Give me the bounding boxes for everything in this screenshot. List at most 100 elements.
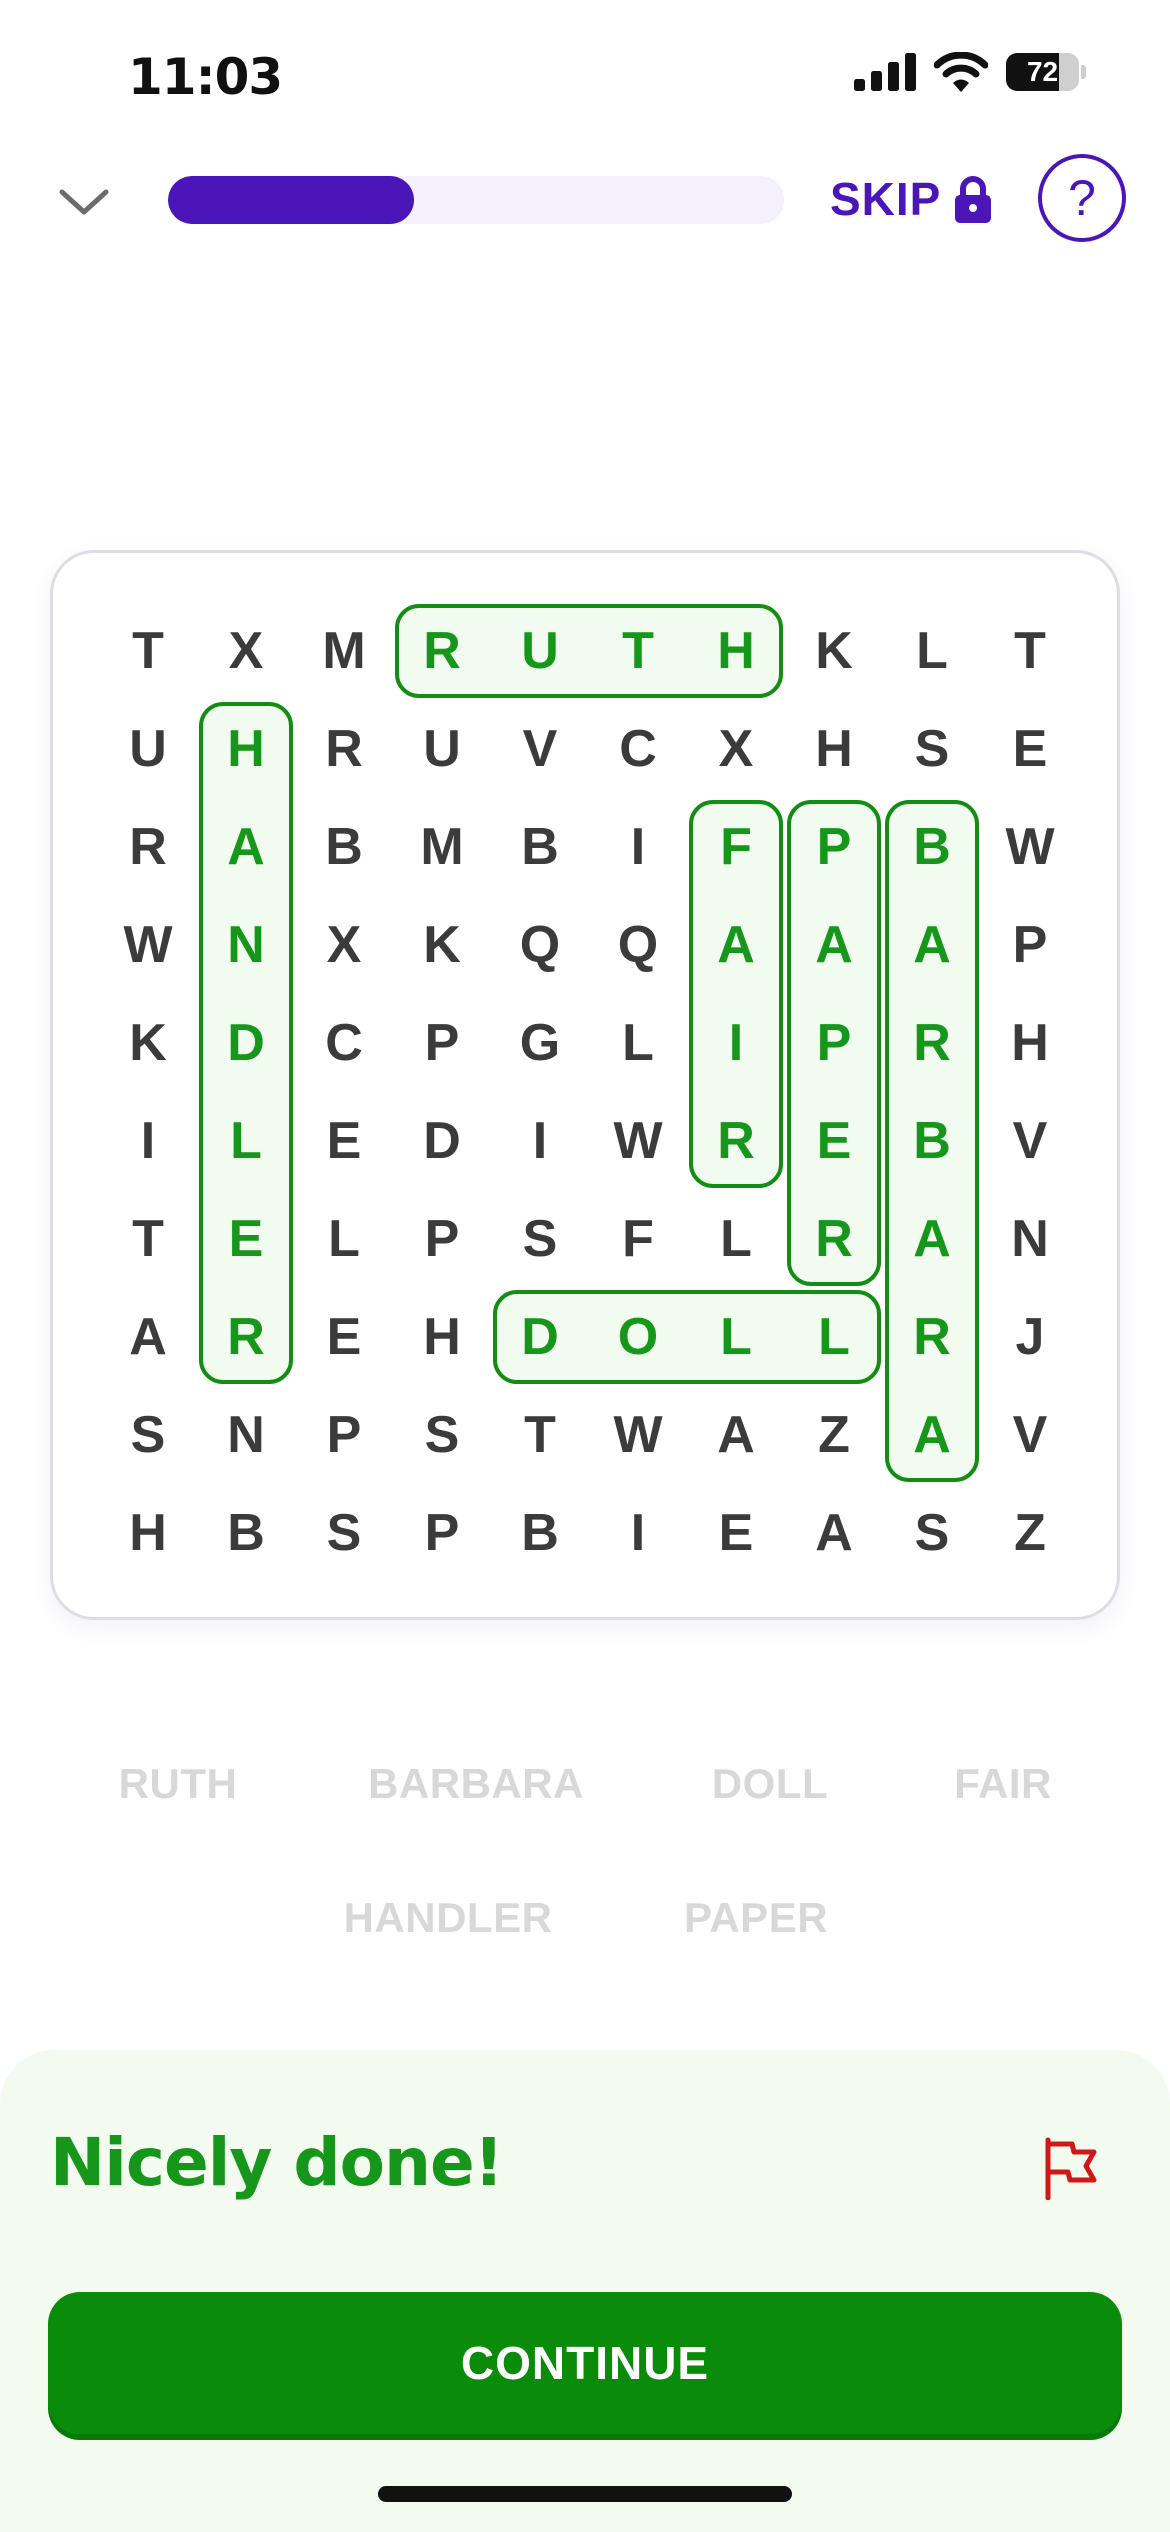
grid-cell[interactable]: R: [883, 1288, 981, 1386]
grid-cell[interactable]: H: [197, 700, 295, 798]
grid-cell[interactable]: B: [491, 798, 589, 896]
grid-cell[interactable]: L: [589, 994, 687, 1092]
home-indicator[interactable]: [378, 2486, 792, 2502]
continue-button[interactable]: CONTINUE: [48, 2292, 1122, 2434]
grid-cell[interactable]: I: [589, 798, 687, 896]
grid-cell[interactable]: E: [687, 1484, 785, 1582]
grid-cell[interactable]: V: [491, 700, 589, 798]
grid-cell[interactable]: A: [99, 1288, 197, 1386]
grid-cell[interactable]: R: [883, 994, 981, 1092]
grid-cell[interactable]: I: [589, 1484, 687, 1582]
grid-cell[interactable]: P: [785, 994, 883, 1092]
grid-cell[interactable]: E: [197, 1190, 295, 1288]
grid-cell[interactable]: H: [687, 602, 785, 700]
grid-cell[interactable]: S: [883, 700, 981, 798]
word-search-board[interactable]: TXMRUTHKLTUHRUVCXHSERABMBIFPBWWNXKQQAAAP…: [50, 550, 1120, 1620]
grid-cell[interactable]: W: [589, 1386, 687, 1484]
grid-cell[interactable]: R: [99, 798, 197, 896]
grid-cell[interactable]: X: [295, 896, 393, 994]
grid-cell[interactable]: C: [589, 700, 687, 798]
grid-cell[interactable]: A: [197, 798, 295, 896]
grid-cell[interactable]: V: [981, 1092, 1079, 1190]
grid-cell[interactable]: O: [589, 1288, 687, 1386]
grid-cell[interactable]: Z: [785, 1386, 883, 1484]
grid-cell[interactable]: T: [99, 1190, 197, 1288]
grid-cell[interactable]: L: [197, 1092, 295, 1190]
grid-cell[interactable]: W: [589, 1092, 687, 1190]
grid-cell[interactable]: P: [295, 1386, 393, 1484]
grid-cell[interactable]: H: [785, 700, 883, 798]
report-button[interactable]: [1040, 2136, 1100, 2201]
grid-cell[interactable]: K: [99, 994, 197, 1092]
grid-cell[interactable]: D: [393, 1092, 491, 1190]
grid-cell[interactable]: K: [393, 896, 491, 994]
grid-cell[interactable]: I: [687, 994, 785, 1092]
grid-cell[interactable]: E: [785, 1092, 883, 1190]
grid-cell[interactable]: C: [295, 994, 393, 1092]
grid-cell[interactable]: I: [99, 1092, 197, 1190]
grid-cell[interactable]: S: [295, 1484, 393, 1582]
grid-cell[interactable]: X: [687, 700, 785, 798]
grid-cell[interactable]: L: [687, 1288, 785, 1386]
grid-cell[interactable]: P: [981, 896, 1079, 994]
grid-cell[interactable]: U: [491, 602, 589, 700]
grid-cell[interactable]: Q: [589, 896, 687, 994]
grid-cell[interactable]: P: [393, 1190, 491, 1288]
grid-cell[interactable]: F: [589, 1190, 687, 1288]
grid-cell[interactable]: S: [393, 1386, 491, 1484]
grid-cell[interactable]: L: [295, 1190, 393, 1288]
grid-cell[interactable]: V: [981, 1386, 1079, 1484]
grid-cell[interactable]: B: [491, 1484, 589, 1582]
grid-cell[interactable]: Q: [491, 896, 589, 994]
grid-cell[interactable]: L: [687, 1190, 785, 1288]
grid-cell[interactable]: D: [197, 994, 295, 1092]
grid-cell[interactable]: H: [981, 994, 1079, 1092]
grid-cell[interactable]: T: [491, 1386, 589, 1484]
grid-cell[interactable]: L: [785, 1288, 883, 1386]
grid-cell[interactable]: Z: [981, 1484, 1079, 1582]
grid-cell[interactable]: W: [981, 798, 1079, 896]
grid-cell[interactable]: E: [295, 1092, 393, 1190]
grid-cell[interactable]: B: [197, 1484, 295, 1582]
grid-cell[interactable]: R: [393, 602, 491, 700]
grid-cell[interactable]: X: [197, 602, 295, 700]
grid-cell[interactable]: M: [393, 798, 491, 896]
grid-cell[interactable]: A: [785, 1484, 883, 1582]
grid-cell[interactable]: T: [981, 602, 1079, 700]
grid-cell[interactable]: T: [99, 602, 197, 700]
grid-cell[interactable]: K: [785, 602, 883, 700]
grid-cell[interactable]: N: [197, 1386, 295, 1484]
grid-cell[interactable]: S: [491, 1190, 589, 1288]
grid-cell[interactable]: N: [197, 896, 295, 994]
grid-cell[interactable]: R: [785, 1190, 883, 1288]
grid-cell[interactable]: E: [295, 1288, 393, 1386]
grid-cell[interactable]: A: [785, 896, 883, 994]
grid-cell[interactable]: R: [687, 1092, 785, 1190]
grid-cell[interactable]: S: [883, 1484, 981, 1582]
grid-cell[interactable]: L: [883, 602, 981, 700]
grid-cell[interactable]: P: [393, 994, 491, 1092]
grid-cell[interactable]: A: [883, 1386, 981, 1484]
grid-cell[interactable]: H: [393, 1288, 491, 1386]
grid-cell[interactable]: R: [197, 1288, 295, 1386]
grid-cell[interactable]: I: [491, 1092, 589, 1190]
help-button[interactable]: ?: [1038, 154, 1126, 242]
grid-cell[interactable]: B: [295, 798, 393, 896]
grid-cell[interactable]: A: [687, 896, 785, 994]
grid-cell[interactable]: P: [785, 798, 883, 896]
grid-cell[interactable]: R: [295, 700, 393, 798]
grid-cell[interactable]: J: [981, 1288, 1079, 1386]
grid-cell[interactable]: M: [295, 602, 393, 700]
grid-cell[interactable]: P: [393, 1484, 491, 1582]
grid-cell[interactable]: T: [589, 602, 687, 700]
grid-cell[interactable]: H: [99, 1484, 197, 1582]
grid-cell[interactable]: B: [883, 1092, 981, 1190]
grid-cell[interactable]: A: [883, 1190, 981, 1288]
grid-cell[interactable]: S: [99, 1386, 197, 1484]
grid-cell[interactable]: E: [981, 700, 1079, 798]
grid-cell[interactable]: G: [491, 994, 589, 1092]
grid-cell[interactable]: A: [883, 896, 981, 994]
grid-cell[interactable]: D: [491, 1288, 589, 1386]
grid-cell[interactable]: U: [393, 700, 491, 798]
grid-cell[interactable]: U: [99, 700, 197, 798]
